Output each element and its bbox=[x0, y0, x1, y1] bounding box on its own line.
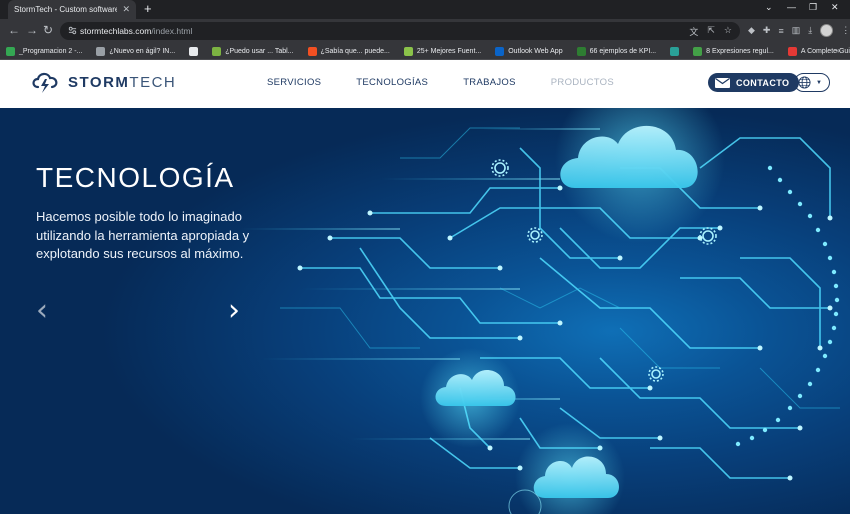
contact-label: CONTACTO bbox=[736, 77, 790, 88]
slider-next-arrow-icon[interactable]: › bbox=[228, 296, 240, 326]
bookmark-item[interactable]: 8 Expresiones regul... bbox=[693, 46, 774, 56]
bookmark-label: 8 Expresiones regul... bbox=[706, 47, 774, 55]
bookmark-favicon-icon bbox=[96, 46, 106, 56]
url-path: /index.html bbox=[151, 26, 193, 36]
logo-text-light: TECH bbox=[129, 73, 177, 91]
bookmark-favicon-icon bbox=[693, 46, 703, 56]
download-icon[interactable]: ⤓ bbox=[808, 25, 812, 36]
bookmark-favicon-icon bbox=[403, 46, 413, 56]
url-host: stormtechlabs.com bbox=[80, 26, 152, 36]
bookmark-item[interactable]: 25+ Mejores Fuent... bbox=[403, 46, 482, 56]
bookmark-label: ¿Nuevo en ágil? IN... bbox=[109, 47, 176, 55]
language-selector[interactable]: ▼ bbox=[794, 73, 830, 92]
hero-title: TECNOLOGÍA bbox=[36, 162, 235, 193]
bookmark-item[interactable]: ¿Sabía que... puede... bbox=[307, 46, 390, 56]
minimize-icon[interactable]: — bbox=[787, 2, 796, 12]
bookmark-label: ¿Puedo usar ... Tabl... bbox=[225, 47, 294, 55]
globe-icon bbox=[798, 76, 811, 89]
back-icon[interactable]: ← bbox=[8, 24, 20, 36]
bookmark-star-icon[interactable]: ☆ bbox=[724, 25, 732, 38]
maximize-icon[interactable]: ❐ bbox=[809, 2, 817, 13]
bookmark-label: 25+ Mejores Fuent... bbox=[416, 47, 482, 55]
new-tab-icon[interactable]: + bbox=[144, 2, 152, 16]
bookmark-favicon-icon bbox=[670, 46, 680, 56]
bookmark-item[interactable]: ¿Nuevo en ágil? IN... bbox=[96, 46, 176, 56]
bookmark-item[interactable]: 66 ejemplos de KPI... bbox=[576, 46, 657, 56]
bookmark-item[interactable]: _Programacion 2 -... bbox=[6, 46, 83, 56]
side-panel-icon[interactable]: ▥ bbox=[792, 25, 801, 36]
nav-tecnologias[interactable]: TECNOLOGÍAS bbox=[356, 77, 428, 88]
nav-productos[interactable]: PRODUCTOS bbox=[551, 77, 614, 88]
logo-text-bold: STORM bbox=[68, 73, 130, 91]
bookmark-label: 66 ejemplos de KPI... bbox=[589, 47, 657, 55]
browser-tab[interactable]: StormTech - Custom software de ✕ bbox=[8, 0, 136, 19]
url-text: stormtechlabs.com/index.html bbox=[80, 26, 192, 36]
bookmarks-bar: _Programacion 2 -... ¿Nuevo en ágil? IN..… bbox=[0, 43, 850, 60]
share-icon[interactable]: ⇱ bbox=[707, 25, 715, 38]
reload-icon[interactable]: ↻ bbox=[43, 24, 53, 36]
hero-slider: TECNOLOGÍA Hacemos posible todo lo imagi… bbox=[0, 108, 850, 514]
slider-prev-arrow-icon[interactable]: ‹ bbox=[36, 296, 48, 326]
bookmark-item[interactable]: A Complete Guide t... bbox=[787, 46, 850, 56]
address-bar[interactable]: stormtechlabs.com/index.html 文 ⇱ ☆ bbox=[60, 22, 740, 40]
bookmark-favicon-icon bbox=[576, 46, 586, 56]
contact-button[interactable]: CONTACTO bbox=[708, 73, 800, 92]
main-nav: SERVICIOS TECNOLOGÍAS TRABAJOS PRODUCTOS bbox=[267, 77, 649, 88]
more-bookmarks-icon[interactable]: » bbox=[836, 46, 840, 55]
bookmark-favicon-icon bbox=[6, 46, 15, 56]
site-logo[interactable]: STORMTECH bbox=[30, 69, 176, 95]
nav-trabajos[interactable]: TRABAJOS bbox=[463, 77, 516, 88]
media-icon[interactable]: ≡ bbox=[778, 26, 783, 36]
bookmark-item[interactable] bbox=[189, 46, 199, 56]
translate-icon[interactable]: 文 bbox=[689, 25, 698, 38]
extension-icon[interactable]: ◆ bbox=[748, 25, 755, 36]
menu-icon[interactable]: ⋮ bbox=[841, 25, 850, 36]
browser-toolbar: ← → ↻ stormtechlabs.com/index.html 文 ⇱ ☆… bbox=[0, 19, 850, 43]
storm-cloud-logo-icon bbox=[32, 72, 58, 93]
close-tab-icon[interactable]: ✕ bbox=[122, 4, 130, 15]
bookmark-item[interactable]: Outlook Web App bbox=[495, 46, 563, 56]
bookmark-item[interactable]: ¿Puedo usar ... Tabl... bbox=[212, 46, 294, 56]
mail-icon bbox=[715, 77, 730, 88]
bookmark-label: ¿Sabía que... puede... bbox=[320, 47, 390, 55]
puzzle-icon[interactable]: ✚ bbox=[763, 25, 771, 36]
hero-description: Hacemos posible todo lo imaginado utiliz… bbox=[36, 209, 250, 261]
window-close-icon[interactable]: ✕ bbox=[831, 2, 839, 13]
bookmark-label: A Complete Guide t... bbox=[800, 47, 850, 55]
bookmark-favicon-icon bbox=[495, 46, 505, 56]
browser-tabstrip: StormTech - Custom software de ✕ + ⌄ — ❐… bbox=[0, 0, 850, 19]
bookmark-favicon-icon bbox=[307, 46, 317, 56]
site-info-icon[interactable] bbox=[68, 26, 77, 35]
bookmark-favicon-icon bbox=[787, 46, 797, 56]
forward-icon[interactable]: → bbox=[26, 24, 38, 36]
nav-servicios[interactable]: SERVICIOS bbox=[267, 77, 321, 88]
bookmark-label: _Programacion 2 -... bbox=[19, 47, 83, 55]
chevron-down-icon: ▼ bbox=[816, 79, 822, 86]
site-header: STORMTECH SERVICIOS TECNOLOGÍAS TRABAJOS… bbox=[0, 60, 850, 108]
profile-avatar[interactable] bbox=[820, 24, 834, 37]
tab-title: StormTech - Custom software de bbox=[14, 5, 118, 14]
bookmark-favicon-icon bbox=[189, 46, 199, 56]
bookmark-item[interactable] bbox=[670, 46, 680, 56]
bookmark-favicon-icon bbox=[212, 46, 222, 56]
tab-search-icon[interactable]: ⌄ bbox=[765, 2, 773, 13]
bookmark-label: Outlook Web App bbox=[508, 47, 563, 55]
